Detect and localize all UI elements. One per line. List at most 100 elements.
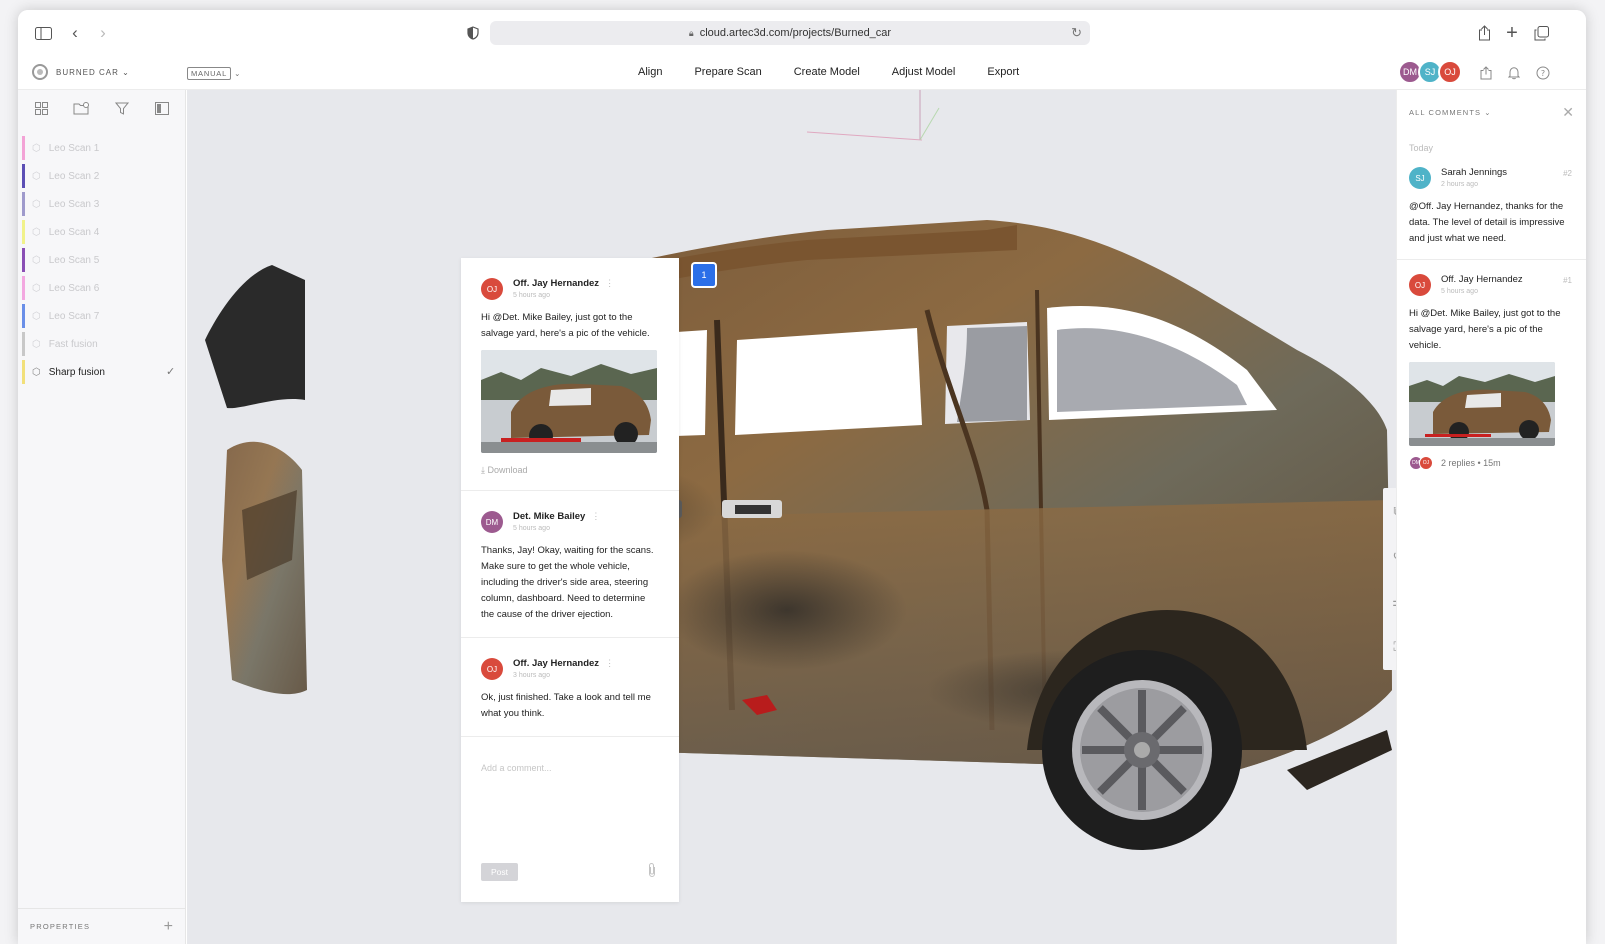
- replies-link[interactable]: DM OJ 2 replies • 15m: [1409, 456, 1574, 470]
- address-bar[interactable]: 🔒︎ cloud.artec3d.com/projects/Burned_car…: [490, 21, 1090, 45]
- cube-icon: ⬡: [32, 198, 41, 210]
- message-text: Ok, just finished. Take a look and tell …: [481, 692, 651, 719]
- comment-card[interactable]: #2 SJ Sarah Jennings 2 hours ago @Off. J…: [1397, 153, 1586, 260]
- scan-item[interactable]: ⬡ Leo Scan 2: [18, 162, 185, 190]
- privacy-shield-icon[interactable]: [462, 22, 484, 44]
- attached-photo[interactable]: [481, 350, 657, 453]
- menu-align[interactable]: Align: [638, 66, 662, 78]
- grid-view-icon[interactable]: [32, 102, 50, 126]
- comment-input[interactable]: Add a comment...: [461, 737, 679, 773]
- avatar: OJ: [481, 278, 503, 300]
- cube-icon: ⬡: [32, 254, 41, 266]
- cube-icon: ⬡: [32, 338, 41, 350]
- folder-icon[interactable]: [72, 102, 90, 126]
- app-header: BURNED CAR ⌄ MANUAL ⌄ Align Prepare Scan…: [18, 56, 1586, 90]
- timestamp: 2 hours ago: [1441, 181, 1478, 188]
- reload-icon[interactable]: ↻: [1071, 25, 1082, 41]
- cube-icon: ⬡: [32, 282, 41, 294]
- scan-item[interactable]: ⬡ Leo Scan 7: [18, 302, 185, 330]
- checkmark-icon: ✓: [166, 366, 176, 378]
- app-share-icon[interactable]: [1480, 66, 1492, 83]
- add-property-icon[interactable]: +: [164, 918, 173, 936]
- author-name: Sarah Jennings: [1441, 167, 1508, 178]
- download-link[interactable]: ⤓ Download: [481, 465, 659, 476]
- post-button[interactable]: Post: [481, 863, 518, 881]
- cube-icon: ⬡: [32, 310, 41, 322]
- collaborator-avatars[interactable]: DM SJ OJ: [1398, 60, 1462, 84]
- scan-list: ⬡ Leo Scan 1 ⬡ Leo Scan 2 ⬡ Leo Scan 3 ⬡ Leo…: [18, 134, 185, 386]
- scan-sidebar: ⬡ Leo Scan 1 ⬡ Leo Scan 2 ⬡ Leo Scan 3 ⬡ Leo…: [18, 90, 186, 944]
- share-icon[interactable]: [1473, 22, 1495, 44]
- more-options-icon[interactable]: ⋮: [605, 658, 614, 669]
- author-name: Off. Jay Hernandez: [513, 658, 600, 669]
- project-switcher[interactable]: BURNED CAR ⌄: [32, 64, 130, 80]
- chevron-down-icon: ⌄: [234, 69, 242, 78]
- comment-number: #1: [1563, 276, 1572, 285]
- menu-export[interactable]: Export: [987, 66, 1019, 78]
- menu-adjust-model[interactable]: Adjust Model: [892, 66, 956, 78]
- cube-icon: ⬡: [32, 142, 41, 154]
- 3d-viewport[interactable]: 1 OJ Off. Jay Hernandez ⋮ 5 hours ago Hi…: [187, 90, 1396, 944]
- tabs-overview-icon[interactable]: [1530, 22, 1552, 44]
- date-section-label: Today: [1409, 143, 1434, 153]
- help-icon[interactable]: ?: [1536, 66, 1550, 83]
- avatar: OJ: [481, 658, 503, 680]
- attached-photo[interactable]: [1409, 362, 1555, 446]
- lock-icon: 🔒︎: [688, 27, 694, 38]
- menu-prepare-scan[interactable]: Prepare Scan: [694, 66, 761, 78]
- mode-label: MANUAL: [187, 67, 232, 80]
- panel-layout-icon[interactable]: [153, 102, 171, 126]
- scan-item[interactable]: ⬡ Leo Scan 3: [18, 190, 185, 218]
- properties-label: PROPERTIES: [30, 922, 91, 931]
- message-text: Thanks, Jay! Okay, waiting for the scans…: [481, 545, 654, 620]
- scan-item[interactable]: ⬡ Leo Scan 1: [18, 134, 185, 162]
- more-options-icon[interactable]: ⋮: [591, 511, 600, 522]
- bell-icon[interactable]: [1507, 66, 1521, 83]
- svg-text:?: ?: [1541, 69, 1545, 78]
- more-options-icon[interactable]: ⋮: [605, 278, 614, 289]
- scan-item[interactable]: ⬡ Leo Scan 6: [18, 274, 185, 302]
- browser-toolbar: ‹ › 🔒︎ cloud.artec3d.com/projects/Burned…: [18, 10, 1586, 56]
- menu-create-model[interactable]: Create Model: [794, 66, 860, 78]
- scan-item[interactable]: ⬡ Fast fusion: [18, 330, 185, 358]
- properties-section[interactable]: PROPERTIES +: [18, 908, 185, 944]
- avatar-oj[interactable]: OJ: [1438, 60, 1462, 84]
- paperclip-icon[interactable]: [647, 862, 657, 881]
- comments-panel: ALL COMMENTS ⌄ ✕ Today #2 SJ Sarah Jenni…: [1396, 90, 1586, 944]
- new-tab-icon[interactable]: +: [1501, 22, 1523, 44]
- scan-item[interactable]: ⬡ Leo Scan 5: [18, 246, 185, 274]
- thread-message: OJ Off. Jay Hernandez ⋮ 5 hours ago Hi @…: [461, 258, 679, 491]
- comment-text: Hi @Det. Mike Bailey, just got to the sa…: [1409, 308, 1561, 351]
- author-name: Off. Jay Hernandez: [1441, 274, 1523, 285]
- url-text: cloud.artec3d.com/projects/Burned_car: [699, 27, 892, 39]
- scan-item[interactable]: ⬡ Leo Scan 4: [18, 218, 185, 246]
- timestamp: 3 hours ago: [513, 672, 550, 679]
- back-icon[interactable]: ‹: [64, 22, 86, 44]
- scan-item-selected[interactable]: ⬡ Sharp fusion ✓: [18, 358, 185, 386]
- sidebar-toolbar: [18, 90, 185, 126]
- comment-text: @Off. Jay Hernandez, thanks for the data…: [1409, 201, 1565, 244]
- avatar: SJ: [1409, 167, 1431, 189]
- close-icon[interactable]: ✕: [1562, 104, 1574, 121]
- author-name: Det. Mike Bailey: [513, 511, 586, 522]
- avatar: OJ: [1409, 274, 1431, 296]
- comments-filter[interactable]: ALL COMMENTS ⌄: [1409, 108, 1492, 121]
- main-menu: Align Prepare Scan Create Model Adjust M…: [638, 66, 1051, 78]
- comment-number: #2: [1563, 169, 1572, 178]
- mode-selector[interactable]: MANUAL ⌄: [187, 67, 241, 80]
- author-name: Off. Jay Hernandez: [513, 278, 600, 289]
- avatar: OJ: [1419, 456, 1433, 470]
- thread-message: DM Det. Mike Bailey ⋮ 5 hours ago Thanks…: [461, 491, 679, 638]
- cube-icon: ⬡: [32, 170, 41, 182]
- forward-icon[interactable]: ›: [92, 22, 114, 44]
- comment-card[interactable]: #1 OJ Off. Jay Hernandez 5 hours ago Hi …: [1397, 260, 1586, 482]
- cube-icon: ⬡: [32, 226, 41, 238]
- timestamp: 5 hours ago: [513, 292, 550, 299]
- comment-pin[interactable]: 1: [693, 264, 715, 286]
- avatar: DM: [481, 511, 503, 533]
- sidebar-toggle-icon[interactable]: [32, 22, 54, 44]
- car-3d-model[interactable]: [187, 90, 1396, 944]
- cube-icon: ⬡: [32, 366, 41, 378]
- artec-logo-icon: [32, 64, 48, 80]
- filter-icon[interactable]: [113, 102, 131, 126]
